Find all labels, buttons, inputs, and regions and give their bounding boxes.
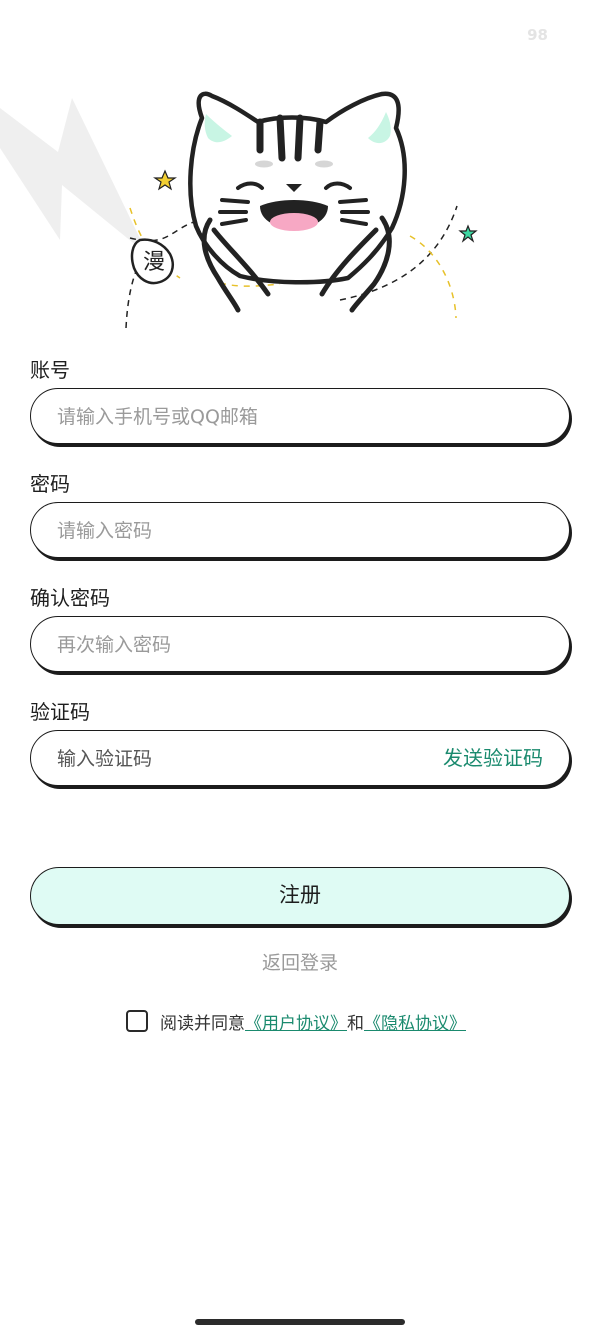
agreement-row: 阅读并同意 《用户协议》 和 《隐私协议》 bbox=[126, 1009, 466, 1034]
register-form: 账号 密码 确认密码 验证码 发送验证码 bbox=[30, 352, 570, 808]
account-field-wrapper bbox=[30, 388, 570, 445]
manga-badge-icon: 漫 bbox=[130, 238, 174, 285]
account-label: 账号 bbox=[30, 358, 70, 382]
confirm-password-input[interactable] bbox=[55, 617, 439, 673]
account-input[interactable] bbox=[55, 389, 439, 445]
home-indicator bbox=[195, 1319, 405, 1325]
verify-code-input[interactable] bbox=[55, 731, 439, 787]
password-input[interactable] bbox=[55, 503, 439, 559]
register-button[interactable]: 注册 bbox=[30, 867, 570, 925]
privacy-policy-link[interactable]: 《隐私协议》 bbox=[364, 1009, 466, 1034]
verify-code-label: 验证码 bbox=[30, 700, 90, 724]
confirm-password-label: 确认密码 bbox=[30, 586, 110, 610]
cat-mascot-illustration: 漫 bbox=[125, 91, 478, 329]
verify-code-field-wrapper: 发送验证码 bbox=[30, 730, 570, 787]
back-to-login-link[interactable]: 返回登录 bbox=[0, 948, 600, 975]
svg-text:漫: 漫 bbox=[143, 250, 165, 275]
agreement-prefix-text: 阅读并同意 bbox=[160, 1013, 245, 1034]
agreement-checkbox[interactable] bbox=[126, 1010, 148, 1032]
green-star-icon bbox=[458, 224, 478, 243]
password-label: 密码 bbox=[30, 472, 70, 496]
confirm-password-field-wrapper bbox=[30, 616, 570, 673]
password-field-wrapper bbox=[30, 502, 570, 559]
corner-number: 98 bbox=[527, 26, 548, 44]
send-code-button[interactable]: 发送验证码 bbox=[443, 731, 543, 785]
yellow-star-icon bbox=[153, 169, 177, 191]
user-agreement-link[interactable]: 《用户协议》 bbox=[245, 1009, 347, 1034]
agreement-and-text: 和 bbox=[347, 1013, 364, 1034]
